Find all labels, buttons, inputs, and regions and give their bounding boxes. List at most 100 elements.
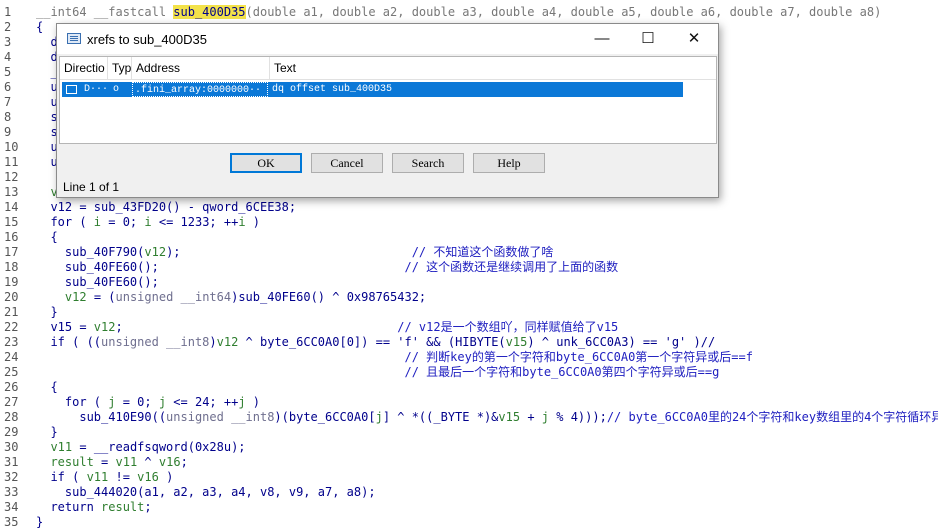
code-token: = 0; [115,395,159,409]
line-number: 27 [4,395,19,409]
xrefs-list[interactable]: Directio Typ Address Text D··· o .fini_a… [59,56,717,144]
line-number: 1 [4,5,12,19]
code-line[interactable]: 23 if ( ((unsigned __int8)v12 ^ byte_6CC… [0,335,715,350]
line-number: 29 [4,425,19,439]
code-token: result [101,500,145,514]
code-token: j [541,410,550,424]
column-header-direction[interactable]: Directio [60,57,108,79]
code-line[interactable]: 35} [0,515,43,530]
code-line[interactable]: 31 result = v11 ^ v16; [0,455,188,470]
code-token: v11 [86,470,109,484]
code-line[interactable]: 17 sub_40F790(v12); // 不知道这个函数做了啥 [0,245,553,260]
code-line[interactable]: 2{ [0,20,43,35]
code-line[interactable]: 30 v11 = __readfsqword(0x28u); [0,440,246,455]
line-number: 7 [4,95,12,109]
code-token: (double a1, double a2, double a3, double… [245,5,882,19]
dialog-titlebar[interactable]: xrefs to sub_400D35 — ☐ ✕ [57,24,718,54]
line-number: 5 [4,65,12,79]
minimize-button[interactable]: — [579,24,625,54]
xref-address: .fini_array:0000000·· [132,82,268,97]
search-button[interactable]: Search [392,153,464,173]
code-token: <= 24; ++ [166,395,239,409]
code-token: ) ^ unk_6CC0A3) == 'g' )// [527,335,716,349]
line-number: 15 [4,215,19,229]
code-token: )(byte_6CC0A0[ [274,410,376,424]
code-token: for ( [36,395,109,409]
code-line[interactable]: 33 sub_444020(a1, a2, a3, a4, v8, v9, a7… [0,485,376,500]
code-line[interactable]: 1 __int64 __fastcall sub_400D35(double a1… [0,5,881,20]
code-token: sub_410E90(( [36,410,167,424]
code-line[interactable]: 14 v12 = sub_43FD20() - qword_6CEE38; [0,200,296,215]
xrefs-dialog: xrefs to sub_400D35 — ☐ ✕ Directio Typ A… [56,23,719,198]
code-token: } [36,305,58,319]
code-line[interactable]: 12 [0,170,36,185]
code-token: <= 1233; ++ [151,215,239,229]
maximize-button[interactable]: ☐ [625,24,671,54]
column-header-text[interactable]: Text [270,57,716,79]
code-line[interactable]: 18 sub_40FE60(); // 这个函数还是继续调用了上面的函数 [0,260,618,275]
line-number: 28 [4,410,19,424]
xref-row-icon [66,85,77,94]
code-token: ); [166,245,412,259]
line-number: 23 [4,335,19,349]
help-button[interactable]: Help [473,153,545,173]
line-number: 26 [4,380,19,394]
line-number: 16 [4,230,19,244]
code-token: ; [115,320,398,334]
code-token: i [238,215,246,229]
code-line[interactable]: 20 v12 = (unsigned __int64)sub_40FE60() … [0,290,426,305]
line-number: 20 [4,290,19,304]
code-line[interactable]: 25 // 且最后一个字符和byte_6CC0A0第四个字符异或后==g [0,365,719,380]
line-number: 32 [4,470,19,484]
code-line[interactable]: 19 sub_40FE60(); [0,275,159,290]
code-token: j [158,395,167,409]
code-token: v12 [64,290,87,304]
code-line[interactable]: 22 v15 = v12; // v12是一个数组吖，同样赋值给了v15 [0,320,618,335]
code-line[interactable]: 27 for ( j = 0; j <= 24; ++j ) [0,395,260,410]
column-header-type[interactable]: Typ [108,57,132,79]
code-token: result [50,455,94,469]
code-token: v12 [144,245,167,259]
code-token: if ( (( [36,335,102,349]
ok-button[interactable]: OK [230,153,302,173]
code-line[interactable]: 15 for ( i = 0; i <= 1233; ++i ) [0,215,260,230]
line-number: 6 [4,80,12,94]
code-comment: // 且最后一个字符和byte_6CC0A0第四个字符异或后==g [404,365,720,379]
column-header-address[interactable]: Address [132,57,270,79]
line-number: 18 [4,260,19,274]
line-number: 24 [4,350,19,364]
code-token: sub_40FE60(); [36,260,405,274]
code-token: j [375,410,383,424]
code-line[interactable]: 24 // 判断key的第一个字符和byte_6CC0A0第一个字符异或后==f [0,350,753,365]
line-number: 21 [4,305,19,319]
highlighted-function-name: sub_400D35 [173,5,246,19]
code-line[interactable]: 26 { [0,380,58,395]
code-token: sub_40FE60(); [36,275,159,289]
cancel-button[interactable]: Cancel [311,153,383,173]
code-line[interactable]: 21 } [0,305,58,320]
code-line[interactable]: 32 if ( v11 != v16 ) [0,470,173,485]
code-line[interactable]: 28 sub_410E90((unsigned __int8)(byte_6CC… [0,410,938,425]
code-token: ] ^ *((_BYTE *)& [382,410,499,424]
line-number: 10 [4,140,19,154]
code-token: v15 [505,335,528,349]
code-line[interactable]: 34 return result; [0,500,152,515]
code-token: + [520,410,542,424]
code-token: v12 = sub_43FD20() - qword_6CEE38; [36,200,297,214]
line-number: 2 [4,20,12,34]
xref-type: o [113,84,120,95]
code-comment: // byte_6CC0A0里的24个字符和key数组里的4个字符循环异或 [606,410,938,424]
code-line[interactable]: 16 { [0,230,58,245]
code-line[interactable]: 29 } [0,425,58,440]
code-token: ) [158,470,174,484]
code-token: = ( [86,290,116,304]
xref-row[interactable]: D··· o .fini_array:0000000·· dq offset s… [62,82,683,97]
close-button[interactable]: ✕ [671,24,717,54]
code-token: v11 [50,440,73,454]
code-token: unsigned __int8 [166,410,275,424]
line-number: 12 [4,170,19,184]
